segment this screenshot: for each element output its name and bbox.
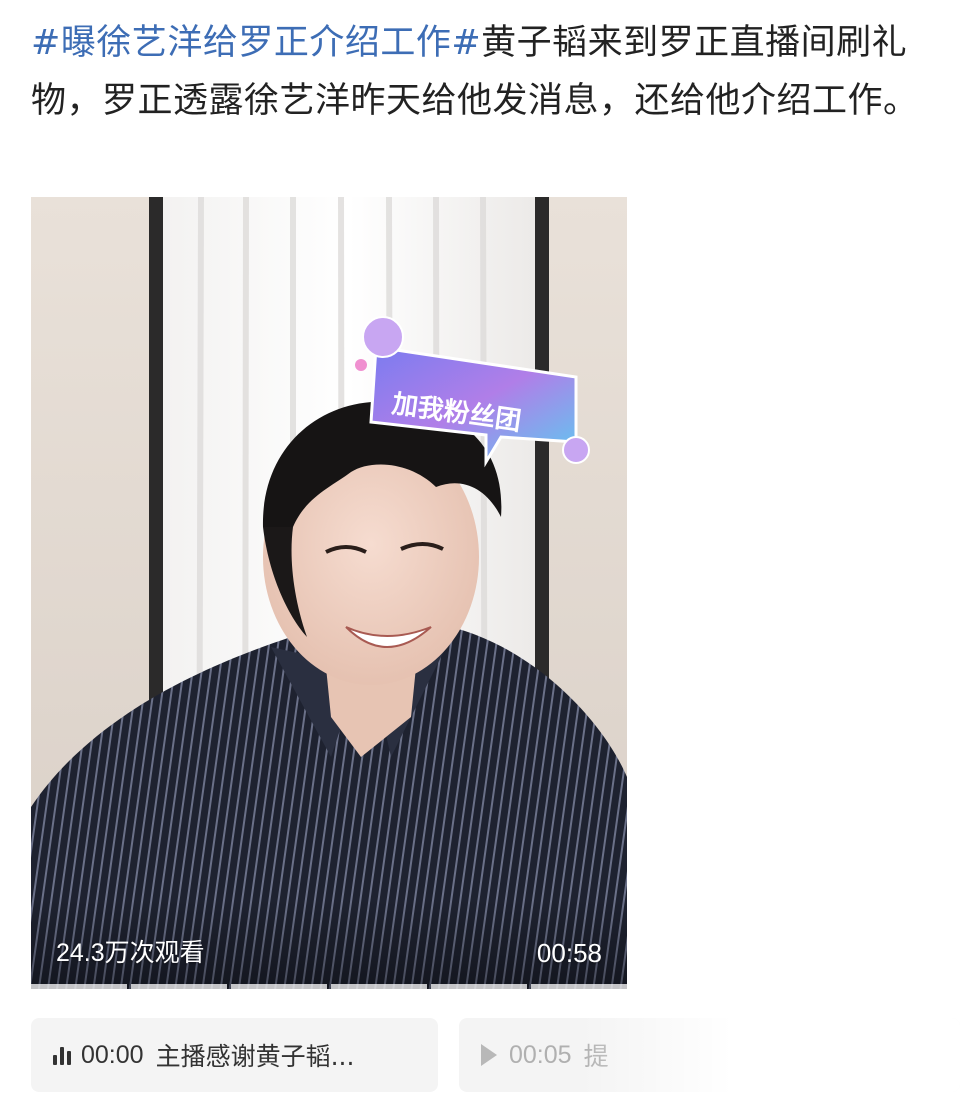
play-icon <box>481 1044 497 1066</box>
post-text: #曝徐艺洋给罗正介绍工作#黄子韬来到罗正直播间刷礼物，罗正透露徐艺洋昨天给他发消… <box>31 14 936 130</box>
chapter-title: 主播感谢黄子韬... <box>155 1042 355 1071</box>
video-duration: 00:58 <box>536 938 602 968</box>
video-player[interactable]: 加我粉丝团 24.3万次观看 00:58 <box>31 197 627 989</box>
hashtag-link[interactable]: #曝徐艺洋给罗正介绍工作# <box>31 23 481 63</box>
video-frame: 加我粉丝团 <box>31 197 627 989</box>
audio-bars-icon <box>53 1045 71 1065</box>
video-progress-segments[interactable] <box>31 984 627 989</box>
progress-segment[interactable] <box>131 984 227 989</box>
chapter-time: 00:05 <box>509 1040 572 1069</box>
chapter-title: 提 <box>583 1042 609 1071</box>
progress-segment[interactable] <box>31 984 127 989</box>
video-chapter-2[interactable]: 00:05 提 <box>459 1018 960 1092</box>
view-count: 24.3万次观看 <box>56 939 205 967</box>
chapter-time: 00:00 <box>81 1040 144 1069</box>
progress-segment[interactable] <box>431 984 527 989</box>
progress-segment[interactable] <box>231 984 327 989</box>
video-chapter-1[interactable]: 00:00 主播感谢黄子韬... <box>31 1018 438 1092</box>
progress-segment[interactable] <box>531 984 627 989</box>
progress-segment[interactable] <box>331 984 427 989</box>
